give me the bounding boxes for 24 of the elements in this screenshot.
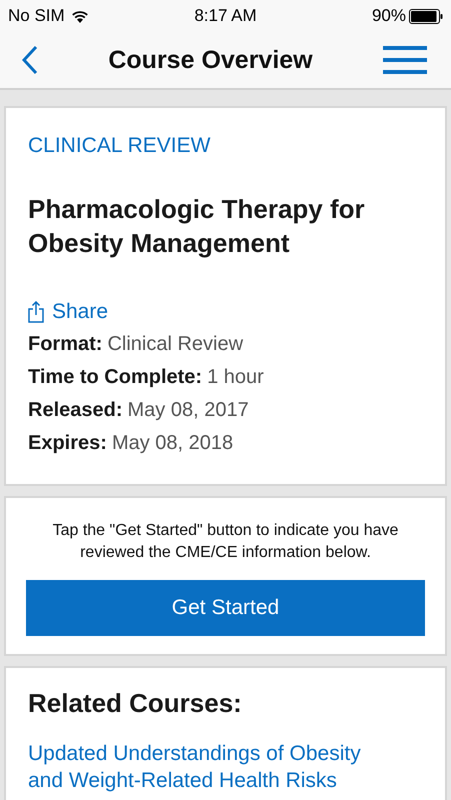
menu-button[interactable]	[382, 46, 427, 74]
get-started-button[interactable]: Get Started	[26, 580, 425, 636]
detail-value: 1 hour	[207, 366, 264, 388]
share-link[interactable]: Share	[28, 300, 108, 324]
share-icon	[28, 301, 44, 323]
status-time: 8:17 AM	[194, 6, 257, 26]
course-title: Pharmacologic Therapy for Obesity Management	[28, 193, 366, 260]
detail-label: Time to Complete:	[28, 366, 202, 388]
course-link[interactable]: Updated Understandings of Obesity and Weight-Related Health Risks	[28, 740, 375, 794]
detail-value: May 08, 2018	[112, 432, 234, 454]
detail-label: Released:	[28, 399, 122, 421]
battery-icon	[409, 8, 443, 24]
related-heading: Related Courses:	[28, 687, 243, 720]
detail-label: Format:	[28, 333, 102, 355]
instruction-text: Tap the "Get Started" button to indicate you have reviewed the CME/CE information below.	[52, 521, 400, 563]
battery-percent: 90%	[372, 6, 406, 26]
wifi-icon	[70, 10, 89, 22]
course-category: CLINICAL REVIEW	[28, 134, 212, 158]
screen-title: Course Overview	[108, 46, 313, 74]
detail-label: Expires:	[28, 432, 107, 454]
detail-value: May 08, 2017	[128, 399, 249, 421]
carrier-name: No SIM	[8, 6, 65, 26]
back-button[interactable]	[22, 45, 38, 75]
detail-value: Clinical Review	[107, 333, 244, 355]
